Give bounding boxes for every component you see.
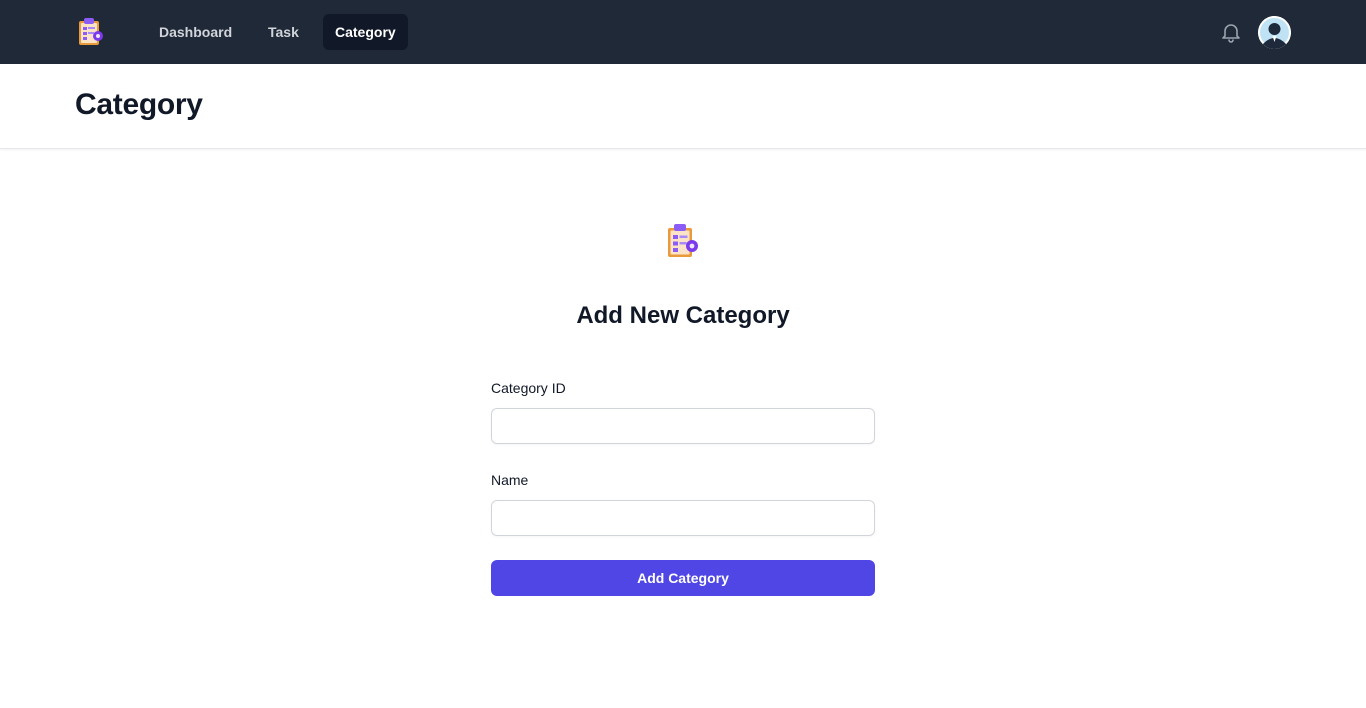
name-label: Name [491,472,529,488]
form-logo-icon [666,222,700,260]
nav-link-task[interactable]: Task [256,14,311,50]
category-id-label: Category ID [491,380,566,396]
bell-icon[interactable] [1219,20,1243,44]
name-input[interactable] [491,500,875,536]
form-title: Add New Category [576,302,790,329]
top-navbar: Dashboard Task Category [0,0,1366,64]
user-avatar-icon[interactable] [1258,16,1291,49]
page-header: Category [0,64,1366,149]
nav-link-dashboard[interactable]: Dashboard [147,14,244,50]
app-logo-icon[interactable] [77,16,105,48]
category-id-input[interactable] [491,408,875,444]
page-title: Category [75,88,203,121]
nav-link-category[interactable]: Category [323,14,408,50]
add-category-button[interactable]: Add Category [491,560,875,596]
